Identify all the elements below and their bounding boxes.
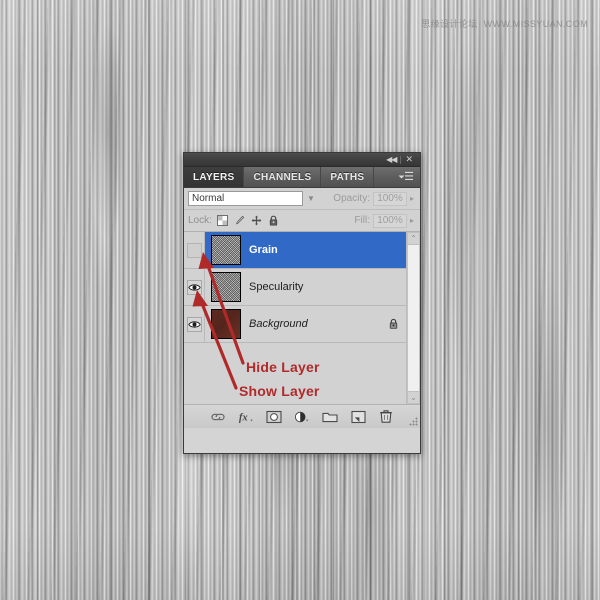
eye-icon-on: [186, 279, 202, 295]
svg-text:fx: fx: [239, 412, 249, 423]
collapse-panel-icon[interactable]: ◀◀: [383, 155, 399, 164]
table-row[interactable]: Background: [184, 306, 406, 343]
blend-mode-chevron-down-icon[interactable]: ▼: [304, 191, 318, 206]
tab-layers[interactable]: LAYERS: [184, 167, 245, 187]
link-layers-icon[interactable]: [210, 409, 226, 425]
panel-titlebar: ◀◀ ✕: [184, 153, 420, 167]
layers-panel-footer: fx: [184, 404, 420, 428]
lock-position-icon[interactable]: [251, 215, 262, 226]
eye-icon-on: [186, 316, 202, 332]
scroll-up-icon[interactable]: ⌃: [407, 232, 420, 245]
new-layer-icon[interactable]: [350, 409, 366, 425]
layer-name-specularity: Specularity: [249, 281, 304, 293]
lock-label: Lock:: [188, 215, 212, 226]
layer-mask-icon[interactable]: [266, 409, 282, 425]
scroll-down-icon[interactable]: ⌄: [407, 391, 420, 404]
layers-panel: ◀◀ ✕ LAYERS CHANNELS PATHS ☰ Normal ▼ Op…: [183, 152, 421, 454]
close-icon[interactable]: ✕: [402, 155, 416, 164]
delete-layer-icon[interactable]: [378, 409, 394, 425]
table-row[interactable]: Specularity: [184, 269, 406, 306]
fill-stepper-icon[interactable]: ▸: [407, 216, 416, 225]
visibility-toggle-specularity[interactable]: [184, 269, 205, 305]
lock-image-pixels-icon[interactable]: [234, 215, 245, 226]
lock-transparency-icon[interactable]: [216, 215, 228, 226]
thumbnail-image: [211, 272, 241, 302]
layer-list-container: Grain Specularity Background ⌃ ⌄: [184, 232, 420, 404]
panel-menu-icon[interactable]: ☰: [396, 167, 420, 187]
screenshot-stage: 思缘设计论坛 WWW.MISSYUAN.COM ◀◀ ✕ LAYERS CHANN…: [0, 0, 600, 600]
opacity-input[interactable]: 100%: [372, 191, 407, 206]
watermark: 思缘设计论坛 WWW.MISSYUAN.COM: [421, 17, 588, 30]
layer-list-scrollbar[interactable]: ⌃ ⌄: [406, 232, 420, 404]
opacity-label: Opacity:: [333, 193, 370, 204]
layer-name-grain: Grain: [249, 244, 278, 256]
tab-paths[interactable]: PATHS: [321, 167, 375, 187]
opacity-stepper-icon[interactable]: ▸: [407, 194, 416, 203]
adjustment-layer-icon[interactable]: [294, 409, 310, 425]
chevron-down-icon: [398, 175, 405, 179]
visibility-toggle-background[interactable]: [184, 306, 205, 342]
blend-mode-select[interactable]: Normal: [188, 191, 303, 206]
new-group-icon[interactable]: [322, 409, 338, 425]
layer-controls: Normal ▼ Opacity: 100% ▸ Lock: Fill: 100…: [184, 188, 420, 232]
fill-label: Fill:: [354, 215, 370, 226]
lock-all-icon[interactable]: [268, 215, 279, 226]
layer-style-fx-icon[interactable]: fx: [238, 409, 254, 425]
layer-thumbnail-grain[interactable]: [205, 235, 247, 265]
fill-input[interactable]: 100%: [372, 213, 407, 228]
table-row[interactable]: Grain: [184, 232, 406, 269]
lock-icon-group: [216, 215, 279, 226]
eye-icon-off: [186, 242, 202, 258]
thumbnail-image: [211, 309, 241, 339]
visibility-toggle-grain[interactable]: [184, 232, 205, 268]
layer-thumbnail-specularity[interactable]: [205, 272, 247, 302]
lock-fill-row: Lock: Fill: 100% ▸: [184, 209, 420, 231]
blend-opacity-row: Normal ▼ Opacity: 100% ▸: [184, 188, 420, 209]
background-lock-icon: [380, 318, 406, 330]
layer-list: Grain Specularity Background: [184, 232, 406, 404]
panel-tab-bar: LAYERS CHANNELS PATHS ☰: [184, 167, 420, 188]
thumbnail-image: [211, 235, 241, 265]
layer-name-background: Background: [249, 318, 308, 330]
layer-thumbnail-background[interactable]: [205, 309, 247, 339]
watermark-url-text: WWW.MISSYUAN.COM: [483, 19, 588, 29]
panel-resize-grip[interactable]: [409, 417, 418, 426]
layer-list-empty-space: [184, 343, 406, 404]
watermark-cn-text: 思缘设计论坛: [421, 19, 478, 29]
tab-channels[interactable]: CHANNELS: [244, 167, 322, 187]
titlebar-divider: [400, 155, 402, 164]
scrollbar-track[interactable]: [407, 245, 420, 391]
blend-mode-value: Normal: [192, 193, 225, 204]
hamburger-icon: ☰: [404, 170, 414, 183]
